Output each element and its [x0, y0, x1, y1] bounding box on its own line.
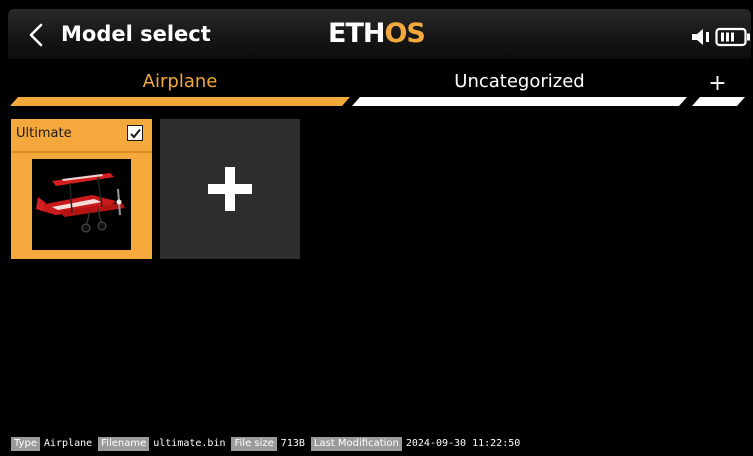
model-card-ultimate[interactable]: Ultimate: [11, 119, 152, 259]
card-divider: [11, 151, 152, 153]
battery-icon[interactable]: [715, 27, 751, 47]
ethos-logo: ETHOS: [328, 18, 426, 50]
page-title: Model select: [61, 22, 211, 46]
filename-label: Filename: [98, 437, 150, 451]
logo-text-os: OS: [384, 18, 425, 49]
header-bar: Model select ETHOS: [8, 9, 751, 59]
type-value: Airplane: [43, 438, 93, 449]
plus-icon: [208, 167, 252, 211]
tab-airplane-underline: [10, 97, 350, 106]
model-name: Ultimate: [16, 126, 72, 141]
back-button[interactable]: [22, 19, 52, 51]
add-model-button[interactable]: [160, 119, 300, 259]
model-info-bar: Type Airplane Filename ultimate.bin File…: [11, 436, 526, 452]
filesize-label: File size: [231, 437, 277, 451]
model-thumbnail: [32, 159, 131, 250]
tab-uncategorized[interactable]: Uncategorized: [352, 70, 687, 94]
filename-value: ultimate.bin: [153, 438, 226, 449]
chevron-left-icon: [29, 23, 43, 47]
tab-uncategorized-underline: [352, 97, 687, 106]
logo-text-eth: ETH: [328, 18, 385, 49]
filesize-value: 713B: [280, 438, 305, 449]
speaker-icon[interactable]: [690, 26, 712, 48]
tab-underlines: [10, 97, 745, 106]
last-modification-label: Last Modification: [310, 437, 402, 451]
last-modification-value: 2024-09-30 11:22:50: [405, 438, 521, 449]
add-category-button[interactable]: +: [690, 72, 745, 96]
model-checkbox[interactable]: [127, 125, 143, 141]
airplane-image: [36, 173, 125, 233]
tab-add-underline: [692, 97, 745, 106]
checkmark-icon: [129, 128, 141, 138]
tab-airplane[interactable]: Airplane: [10, 70, 350, 94]
type-label: Type: [11, 437, 40, 451]
screen: Model select ETHOS Airplane Uncategorize…: [0, 0, 753, 456]
